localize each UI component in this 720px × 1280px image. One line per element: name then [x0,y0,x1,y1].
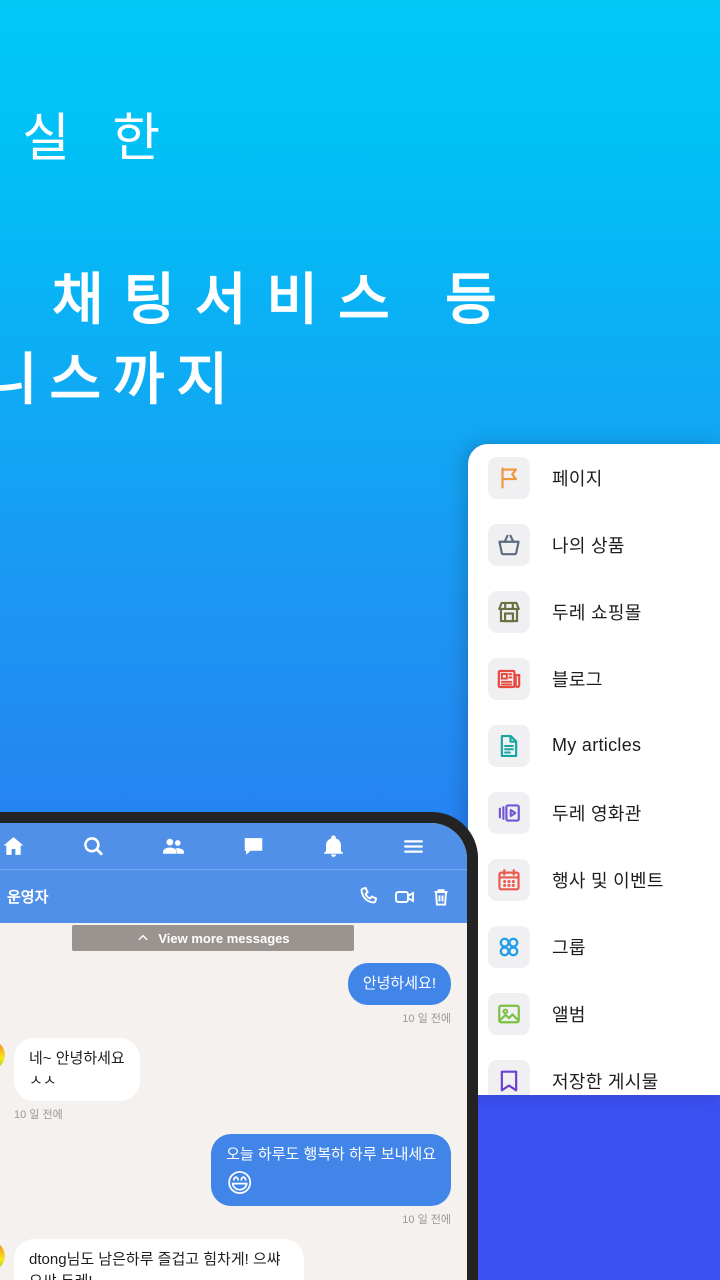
chat-icon [244,837,262,855]
menu-icon-wrapper [488,925,530,968]
menu-item-label: 그룹 [552,937,586,958]
menu-item-2[interactable]: 나의 상품 [468,511,720,578]
avatar[interactable] [0,1039,5,1070]
chat-message: dtong님도 남은하루 즐겁고 힘차게! 으쌰 으쌰 두레!10 일 전에 [14,1239,304,1280]
store-icon [498,601,520,622]
side-menu-panel: 페이지나의 상품두레 쇼핑몰블로그 My articles 두레 영화관행사 및 이… [468,444,720,1095]
message-bubble[interactable]: 오늘 하루도 행복하 하루 보내세요 😄 [211,1134,451,1206]
image-icon [498,1004,520,1023]
bottom-blue-panel [468,1093,720,1280]
chat-header: 운영자 [0,869,467,923]
flag-icon [501,466,518,489]
video-icon [498,803,520,822]
menu-item-5[interactable]: My articles [468,712,720,779]
calendar-icon [498,868,520,890]
nav-search-button[interactable] [53,834,133,859]
nav-people-button[interactable] [133,834,213,859]
menu-item-6[interactable]: 두레 영화관 [468,779,720,846]
avatar[interactable] [0,1241,5,1271]
document-icon [500,734,518,757]
menu-item-label: 행사 및 이벤트 [552,870,664,891]
menu-item-1[interactable]: 페이지 [468,444,720,511]
chevron-up-icon [138,934,148,941]
message-bubble[interactable]: dtong님도 남은하루 즐겁고 힘차게! 으쌰 으쌰 두레! [14,1239,304,1280]
chat-message: 오늘 하루도 행복하 하루 보내세요 😄 10 일 전에 [211,1134,451,1227]
search-icon [83,836,103,856]
avatar-ring [0,1039,5,1070]
phone-screen: 운영자 View more messages 안녕하세요! 10 일 전에 네~ 안… [0,823,467,1280]
messages-container: 안녕하세요! 10 일 전에 네~ 안녕하세요 ㅅㅅ 10 일 전에 오늘 하루도 행복… [0,963,467,1280]
chat-title: 운영자 [7,889,49,906]
nav-home-button[interactable] [0,834,53,859]
menu-item-label: 페이지 [552,468,603,489]
menu-item-9[interactable]: 앨범 [468,980,720,1047]
menu-icon-wrapper [488,456,530,499]
menu-icon-wrapper [488,657,530,700]
avatar-ring [0,1241,5,1271]
menu-item-8[interactable]: 그룹 [468,913,720,980]
menu-item-label: 저장한 게시물 [552,1071,659,1092]
hamburger-menu-icon [403,839,423,853]
bookmark-icon [500,1070,518,1091]
grid-icon [499,937,519,956]
home-icon [3,836,23,855]
menu-icon-wrapper [488,1059,530,1095]
chat-message: 안녕하세요! 10 일 전에 [347,963,451,1026]
menu-item-label: 두레 쇼핑몰 [552,602,642,623]
side-menu-list: 페이지나의 상품두레 쇼핑몰블로그 My articles 두레 영화관행사 및 이… [468,444,720,1095]
menu-icon-wrapper [488,590,530,633]
message-bubble[interactable]: 네~ 안녕하세요 ㅅㅅ [14,1037,140,1102]
trash-icon [434,888,448,906]
phone-call-icon [360,886,378,903]
people-icon [162,838,184,854]
menu-item-label: 앨범 [552,1004,586,1025]
menu-item-label: 두레 영화관 [552,803,642,824]
menu-icon-wrapper [488,724,530,767]
menu-icon-wrapper [488,791,530,834]
chat-message-row: 안녕하세요! 10 일 전에 [0,963,467,1026]
basket-icon [498,534,520,555]
menu-item-label: My articles [552,735,642,755]
app-navigation-bar [0,823,467,869]
chat-call-button[interactable] [357,885,381,909]
message-emoji: 😄 [226,1168,254,1198]
menu-item-7[interactable]: 행사 및 이벤트 [468,846,720,913]
message-timestamp: 10 일 전에 [402,1012,451,1025]
nav-chat-button[interactable] [213,834,293,859]
menu-item-4[interactable]: 블로그 [468,645,720,712]
phone-frame: 운영자 View more messages 안녕하세요! 10 일 전에 네~ 안… [0,812,478,1280]
chat-message-row: 오늘 하루도 행복하 하루 보내세요 😄 10 일 전에 [0,1134,467,1227]
menu-item-10[interactable]: 저장한 게시물 [468,1047,720,1095]
view-more-messages-label: View more messages [158,930,290,946]
menu-icon-wrapper [488,523,530,566]
nav-notifications-button[interactable] [293,834,373,859]
nav-menu-button[interactable] [373,834,453,859]
video-camera-icon [395,890,414,903]
chat-message: 네~ 안녕하세요 ㅅㅅ 10 일 전에 [14,1037,140,1123]
message-timestamp: 10 일 전에 [402,1214,451,1226]
menu-icon-wrapper [488,992,530,1035]
menu-icon-wrapper [488,858,530,901]
chat-message-row: dtong님도 남은하루 즐겁고 힘차게! 으쌰 으쌰 두레!10 일 전에 [0,1239,467,1280]
menu-item-label: 블로그 [552,669,603,690]
newspaper-icon [497,669,521,688]
menu-item-3[interactable]: 두레 쇼핑몰 [468,578,720,645]
chat-delete-button[interactable] [429,885,453,909]
chat-message-list: View more messages 안녕하세요! 10 일 전에 네~ 안녕하세요… [0,923,467,1280]
message-bubble[interactable]: 안녕하세요! [347,963,451,1005]
menu-item-label: 나의 상품 [552,535,625,556]
bell-icon [323,834,343,857]
phone-mockup: 운영자 View more messages 안녕하세요! 10 일 전에 네~ 안… [0,812,478,1280]
message-timestamp: 10 일 전에 [14,1109,63,1122]
view-more-messages-button[interactable]: View more messages [72,925,354,951]
chat-message-row: 네~ 안녕하세요 ㅅㅅ 10 일 전에 [0,1037,467,1123]
chat-video-button[interactable] [393,885,417,909]
